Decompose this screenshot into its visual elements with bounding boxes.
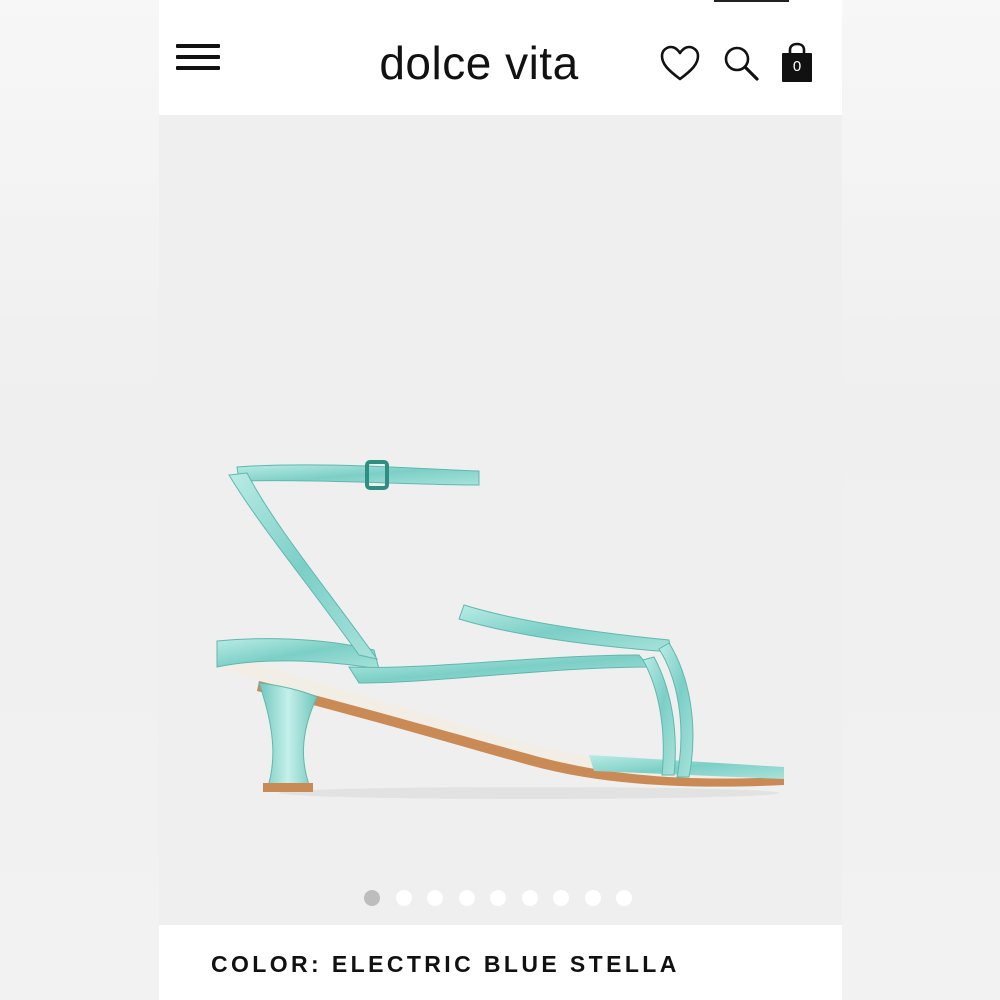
mobile-page: dolce vita 0 COLOR: ELECTRIC BLUE STELLA [159,0,842,1000]
cart-count-badge: 0 [792,58,802,75]
product-image-carousel[interactable] [159,115,842,925]
carousel-dot[interactable] [395,890,412,906]
carousel-dot[interactable] [553,890,569,906]
shopping-bag-icon[interactable]: 0 [781,42,813,84]
site-header: dolce vita 0 [159,0,842,115]
carousel-dot[interactable] [616,890,632,906]
status-indicator [714,0,789,2]
carousel-dot[interactable] [521,890,538,906]
product-image-sandal [216,460,784,799]
carousel-dot[interactable] [490,890,506,906]
search-icon[interactable] [722,44,760,84]
carousel-pagination [364,890,632,906]
heart-icon[interactable] [659,44,701,84]
hamburger-menu-icon[interactable] [176,44,220,72]
left-backdrop [0,0,159,1000]
color-label: COLOR: ELECTRIC BLUE STELLA [211,951,680,977]
carousel-dot[interactable] [364,890,380,906]
carousel-dot[interactable] [584,890,601,906]
right-backdrop [842,0,1000,1000]
color-selector: COLOR: ELECTRIC BLUE STELLA [159,925,842,1000]
brand-logo[interactable]: dolce vita [309,36,649,90]
carousel-dot[interactable] [427,890,443,906]
carousel-dot[interactable] [458,890,475,906]
